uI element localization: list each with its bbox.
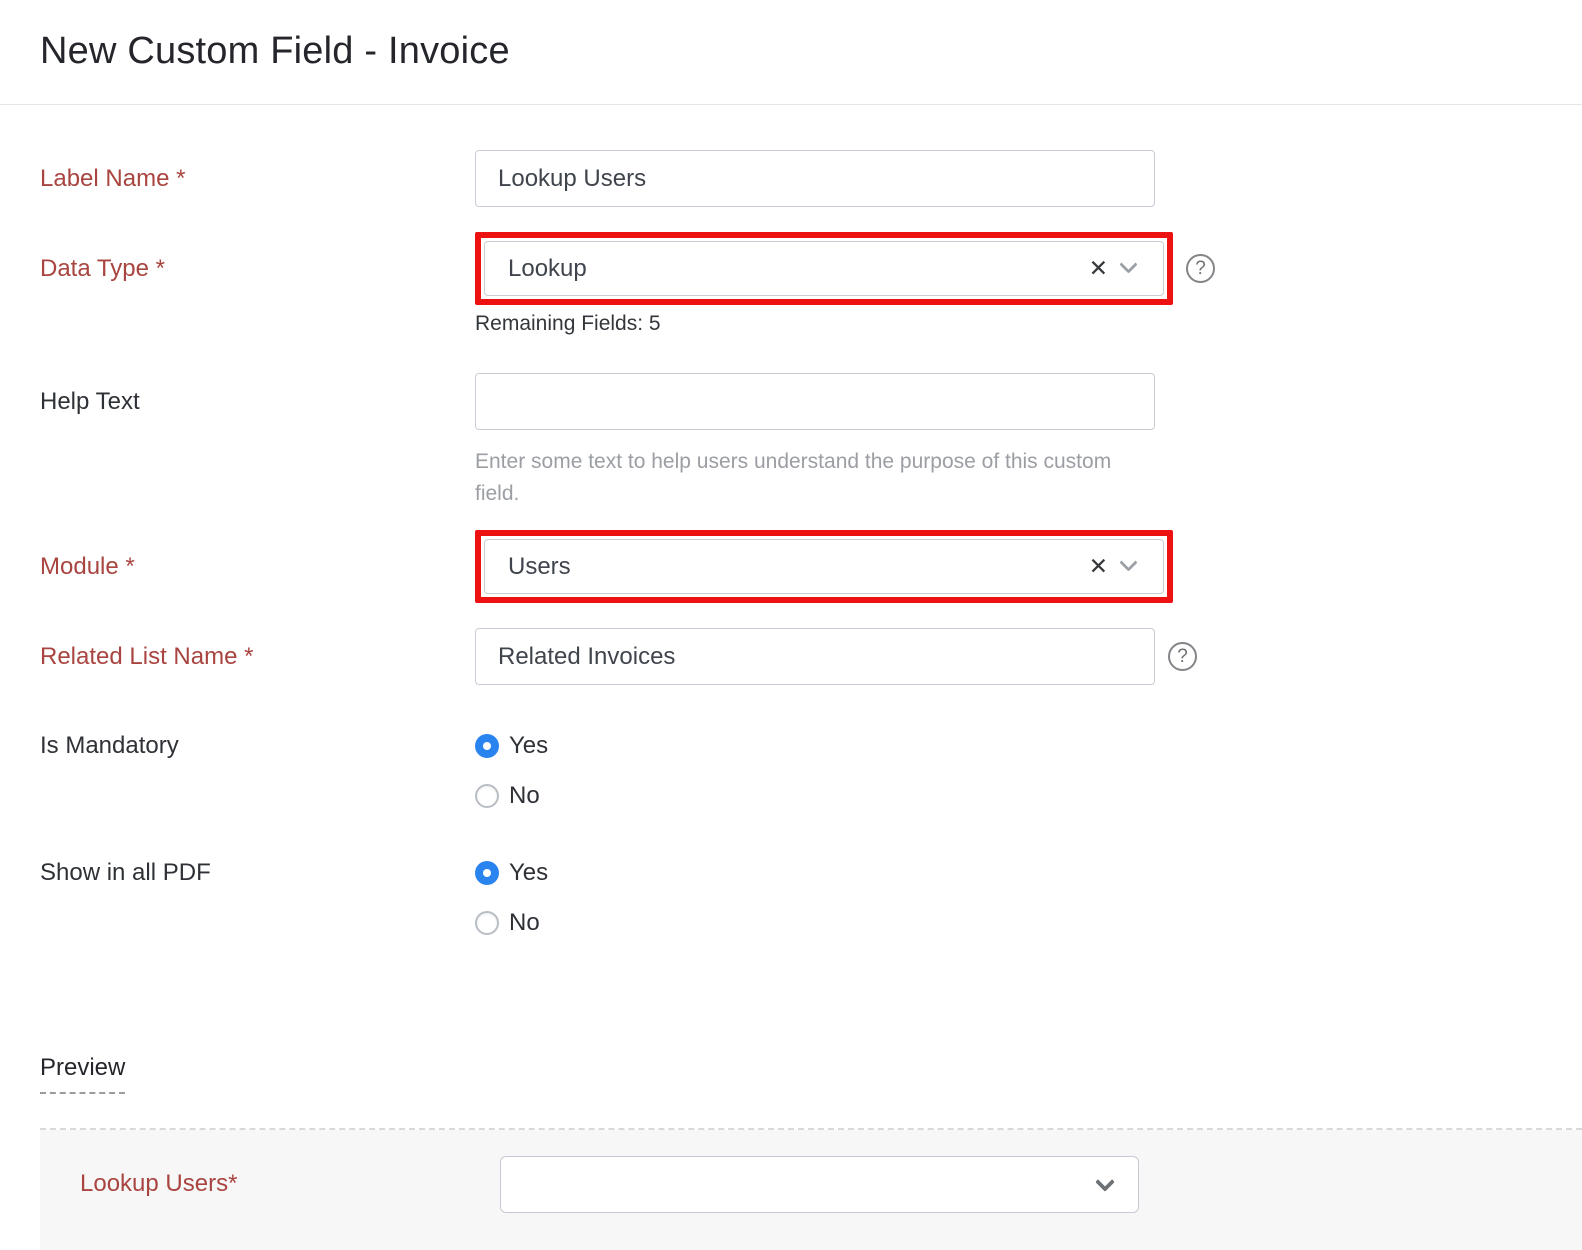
module-label: Module * (40, 530, 475, 603)
show-in-all-pdf-row: Show in all PDF Yes No (40, 860, 1582, 936)
radio-label-no: No (509, 909, 540, 937)
data-type-select[interactable]: Lookup ✕ (484, 241, 1164, 296)
module-row: Module * Users ✕ (40, 530, 1582, 603)
preview-lookup-dropdown[interactable] (500, 1156, 1139, 1213)
chevron-down-icon (1095, 1172, 1115, 1192)
clear-icon[interactable]: ✕ (1089, 257, 1108, 280)
label-name-row: Label Name * (40, 150, 1582, 207)
help-icon[interactable]: ? (1168, 642, 1197, 671)
related-list-name-input[interactable] (475, 628, 1155, 685)
custom-field-form: Label Name * Data Type * Lookup ✕ ? Rema… (0, 150, 1582, 936)
required-asterisk: * (176, 165, 185, 192)
data-type-label: Data Type * (40, 232, 475, 305)
data-type-value: Lookup (508, 255, 1089, 283)
show-in-all-pdf-radio-group: Yes No (475, 860, 548, 936)
is-mandatory-radio-group: Yes No (475, 733, 548, 809)
radio-label-yes: Yes (509, 859, 548, 887)
clear-icon[interactable]: ✕ (1089, 555, 1108, 578)
radio-dot (483, 869, 491, 877)
radio-label-no: No (509, 782, 540, 810)
label-name-label: Label Name * (40, 150, 475, 207)
module-highlight: Users ✕ (475, 530, 1173, 603)
show-in-all-pdf-yes-option[interactable]: Yes (475, 860, 548, 886)
page-header: New Custom Field - Invoice (0, 0, 1582, 105)
radio-label-yes: Yes (509, 732, 548, 760)
chevron-down-icon[interactable] (1119, 553, 1137, 571)
radio-dot (483, 742, 491, 750)
help-text-label: Help Text (40, 373, 475, 430)
data-type-highlight: Lookup ✕ (475, 232, 1173, 305)
label-name-input[interactable] (475, 150, 1155, 207)
is-mandatory-row: Is Mandatory Yes No (40, 733, 1582, 809)
is-mandatory-label: Is Mandatory (40, 733, 475, 759)
radio-unselected-icon[interactable] (475, 911, 499, 935)
preview-heading: Preview (40, 1054, 125, 1094)
preview-panel: Lookup Users* (40, 1130, 1582, 1250)
page-title: New Custom Field - Invoice (40, 28, 1542, 74)
radio-selected-icon[interactable] (475, 861, 499, 885)
is-mandatory-yes-option[interactable]: Yes (475, 733, 548, 759)
radio-selected-icon[interactable] (475, 734, 499, 758)
help-text-row: Help Text Enter some text to help users … (40, 373, 1582, 510)
radio-unselected-icon[interactable] (475, 784, 499, 808)
required-asterisk: * (244, 643, 253, 670)
related-list-name-row: Related List Name * ? (40, 628, 1582, 685)
help-text-hint: Enter some text to help users understand… (475, 446, 1149, 510)
help-text-input[interactable] (475, 373, 1155, 430)
required-asterisk: * (125, 553, 134, 580)
module-value: Users (508, 553, 1089, 581)
show-in-all-pdf-label: Show in all PDF (40, 860, 475, 886)
help-icon[interactable]: ? (1186, 254, 1215, 283)
remaining-fields-note: Remaining Fields: 5 (475, 313, 1215, 335)
module-select[interactable]: Users ✕ (484, 539, 1164, 594)
data-type-row: Data Type * Lookup ✕ ? Remaining Fields:… (40, 232, 1582, 335)
related-list-name-label: Related List Name * (40, 628, 475, 685)
preview-field-label: Lookup Users* (80, 1170, 500, 1198)
chevron-down-icon[interactable] (1119, 255, 1137, 273)
required-asterisk: * (156, 255, 165, 282)
show-in-all-pdf-no-option[interactable]: No (475, 910, 548, 936)
is-mandatory-no-option[interactable]: No (475, 783, 548, 809)
